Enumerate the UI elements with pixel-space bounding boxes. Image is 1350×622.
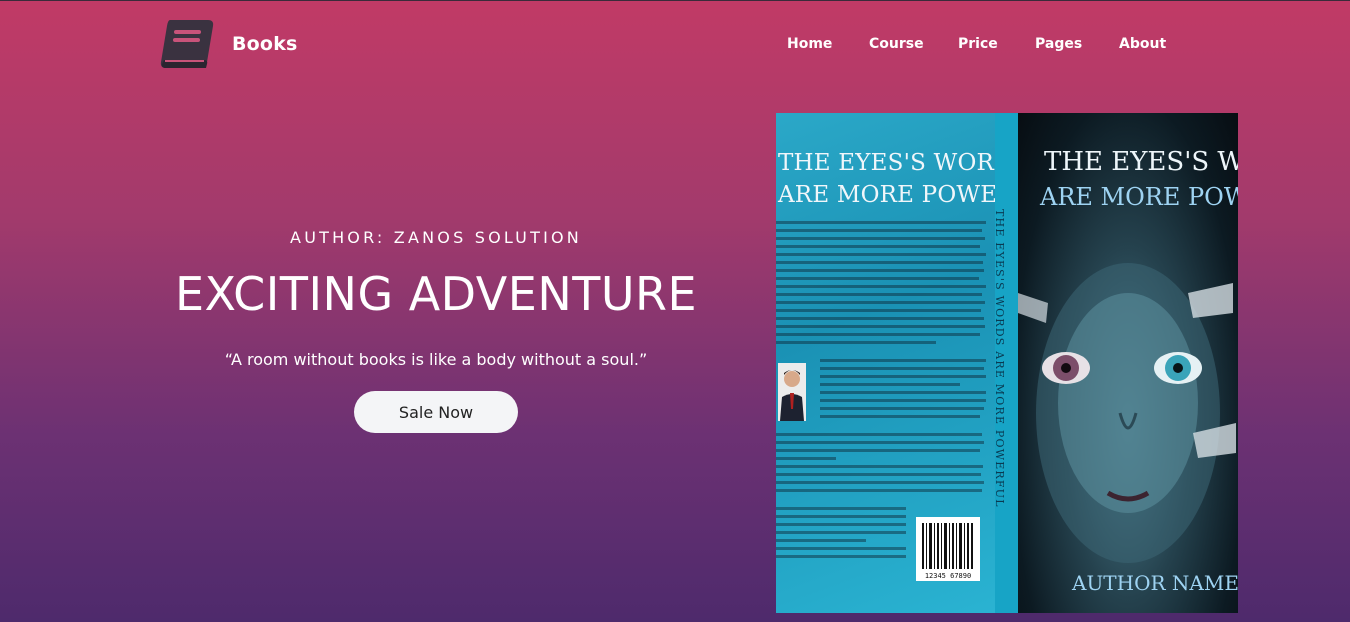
nav-item-pages[interactable]: Pages — [1035, 36, 1119, 52]
book-cover-image: THE EYES'S WORDS ARE MORE POWERFUL 12345… — [776, 113, 1238, 613]
hero-author: AUTHOR: ZANOS SOLUTION — [290, 228, 582, 247]
sale-now-button[interactable]: Sale Now — [354, 390, 518, 433]
front-cover-subtitle: ARE MORE POWERFUL — [1040, 183, 1238, 211]
front-cover-title: THE EYES'S WORDS — [1044, 147, 1238, 177]
main-nav: Home Course Price Pages About — [787, 36, 1179, 52]
front-cover-author: AUTHOR NAME — [1072, 571, 1238, 595]
hero-quote: “A room without books is like a body wit… — [224, 349, 648, 369]
book-spine: THE EYES'S WORDS ARE MORE POWERFUL — [993, 113, 1018, 613]
barcode: 12345 67890 — [916, 517, 980, 581]
hero-section: AUTHOR: ZANOS SOLUTION EXCITING ADVENTUR… — [150, 228, 722, 433]
brand-name: Books — [232, 33, 298, 55]
book-icon — [158, 16, 216, 72]
book-front-cover: THE EYES'S WORDS ARE MORE POWERFUL AUTHO… — [1018, 113, 1238, 613]
nav-item-about[interactable]: About — [1119, 36, 1179, 52]
book-back-cover: THE EYES'S WORDS ARE MORE POWERFUL 12345… — [776, 113, 1066, 613]
brand[interactable]: Books — [158, 16, 298, 72]
nav-item-course[interactable]: Course — [869, 36, 958, 52]
nav-item-home[interactable]: Home — [787, 36, 869, 52]
author-portrait-icon — [778, 363, 806, 421]
hero-headline: EXCITING ADVENTURE — [174, 267, 698, 321]
nav-item-price[interactable]: Price — [958, 36, 1035, 52]
spine-title: THE EYES'S WORDS ARE MORE POWERFUL — [993, 209, 1006, 508]
barcode-number: 12345 67890 — [925, 572, 971, 580]
top-border — [0, 0, 1350, 1]
